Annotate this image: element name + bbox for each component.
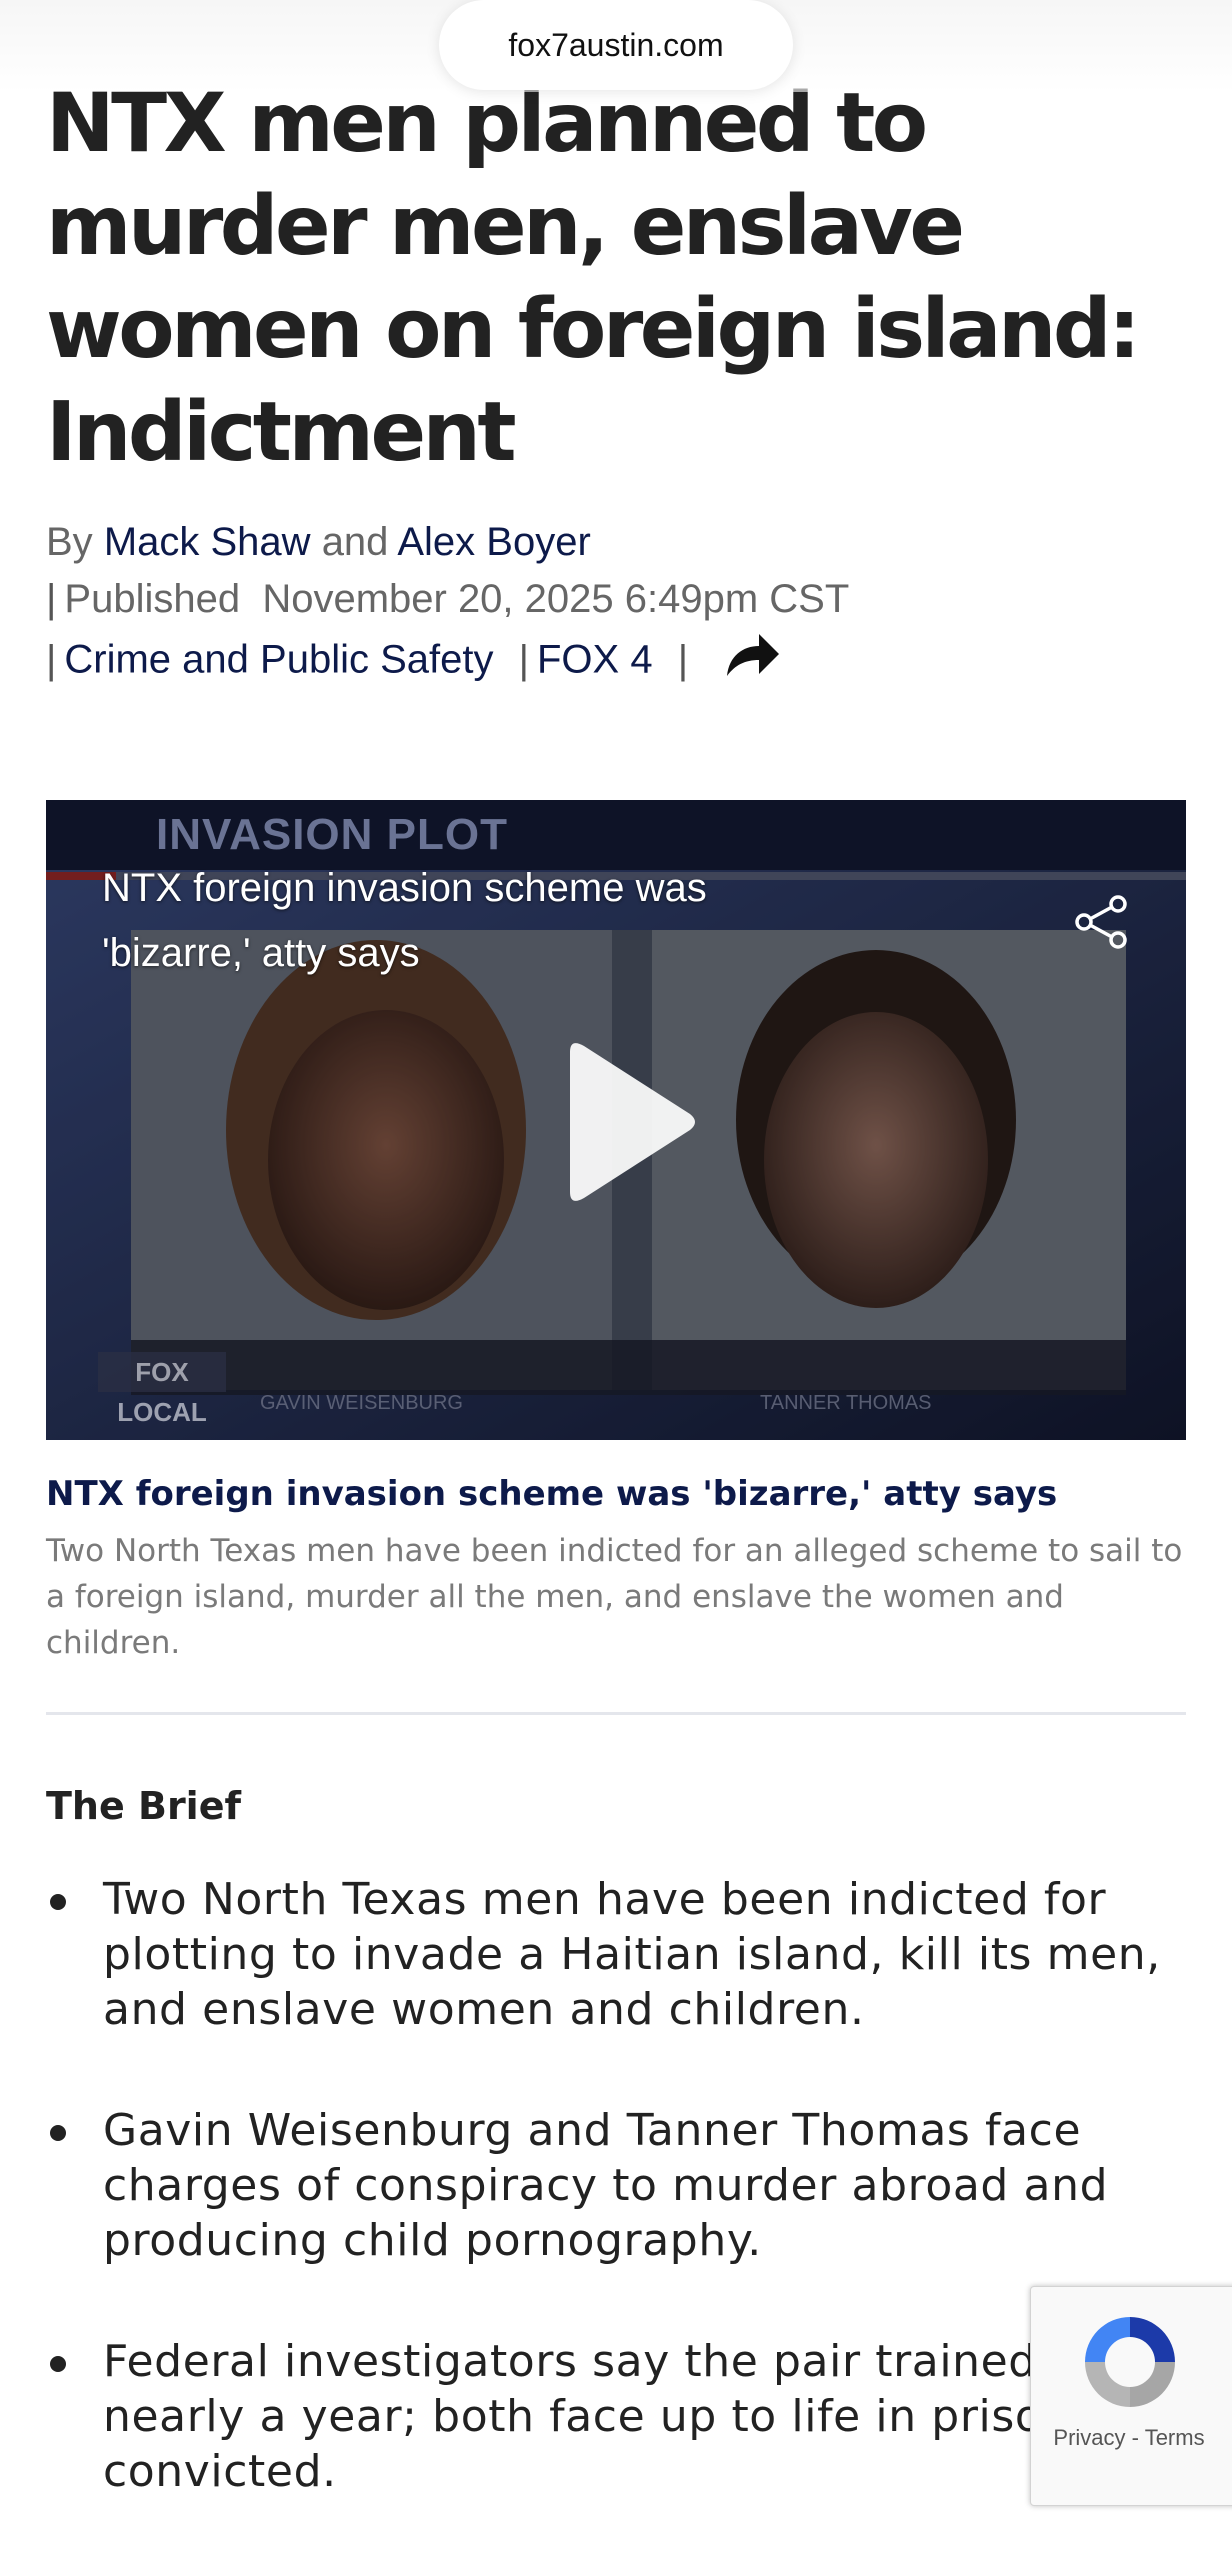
video-player[interactable]: INVASION PLOT NTX foreign invasion schem…: [46, 800, 1186, 1440]
category-row: | Crime and Public Safety | FOX 4 |: [46, 628, 1196, 696]
separator: |: [518, 637, 529, 682]
recaptcha-terms-link[interactable]: Terms: [1145, 2425, 1205, 2450]
bullet-icon: [50, 1894, 66, 1910]
video-banner-text: INVASION PLOT: [156, 810, 508, 859]
brief-heading: The Brief: [46, 1784, 242, 1828]
recaptcha-links: Privacy - Terms: [1031, 2425, 1227, 2451]
play-icon[interactable]: [544, 1032, 704, 1216]
category-link[interactable]: Crime and Public Safety: [64, 638, 493, 682]
bullet-icon: [50, 2125, 66, 2141]
url-display[interactable]: fox7austin.com: [439, 0, 793, 90]
byline-prefix: By: [46, 520, 93, 564]
fox-local-logo: FOX LOCAL: [98, 1352, 226, 1427]
brief-item: Federal investigators say the pair train…: [46, 2334, 1196, 2499]
bullet-icon: [50, 2356, 66, 2372]
name-tag-left: GAVIN WEISENBURG: [260, 1392, 463, 1414]
article-headline: NTX men planned to murder men, enslave w…: [46, 76, 1141, 480]
recaptcha-badge[interactable]: Privacy - Terms: [1030, 2286, 1232, 2506]
separator: |: [46, 577, 57, 621]
browser-url-bar: fox7austin.com: [0, 0, 1232, 92]
brief-item: Gavin Weisenburg and Tanner Thomas face …: [46, 2103, 1196, 2268]
published-date: November 20, 2025 6:49pm CST: [262, 577, 850, 621]
brief-item-text: Two North Texas men have been indicted f…: [103, 1874, 1161, 2035]
separator: |: [46, 637, 57, 682]
byline-and: and: [321, 520, 389, 564]
name-tag-right: TANNER THOMAS: [760, 1392, 932, 1414]
video-title: NTX foreign invasion scheme was 'bizarre…: [102, 866, 707, 975]
station-link[interactable]: FOX 4: [537, 638, 653, 682]
divider: [46, 1712, 1186, 1715]
share-arrow-icon[interactable]: [721, 628, 781, 696]
video-caption-title[interactable]: NTX foreign invasion scheme was 'bizarre…: [46, 1470, 1186, 1518]
video-caption-description: Two North Texas men have been indicted f…: [46, 1533, 1183, 1661]
brief-item-text: Gavin Weisenburg and Tanner Thomas face …: [103, 2105, 1109, 2266]
byline: By Mack Shaw and Alex Boyer: [46, 514, 1196, 571]
article-meta: By Mack Shaw and Alex Boyer | Published N…: [46, 514, 1196, 696]
recaptcha-icon: [1075, 2307, 1185, 2421]
recaptcha-dash: -: [1125, 2425, 1145, 2450]
published-label: Published: [64, 577, 241, 621]
author-link-2[interactable]: Alex Boyer: [397, 520, 590, 564]
separator: |: [677, 637, 689, 682]
brief-item: Two North Texas men have been indicted f…: [46, 1872, 1196, 2037]
author-link-1[interactable]: Mack Shaw: [104, 520, 311, 564]
publish-info: | Published November 20, 2025 6:49pm CST: [46, 571, 1196, 628]
recaptcha-privacy-link[interactable]: Privacy: [1053, 2425, 1125, 2450]
brief-item-text: Federal investigators say the pair train…: [103, 2336, 1115, 2497]
share-nodes-icon[interactable]: [1072, 892, 1132, 956]
brief-list: Two North Texas men have been indicted f…: [46, 1872, 1196, 2565]
